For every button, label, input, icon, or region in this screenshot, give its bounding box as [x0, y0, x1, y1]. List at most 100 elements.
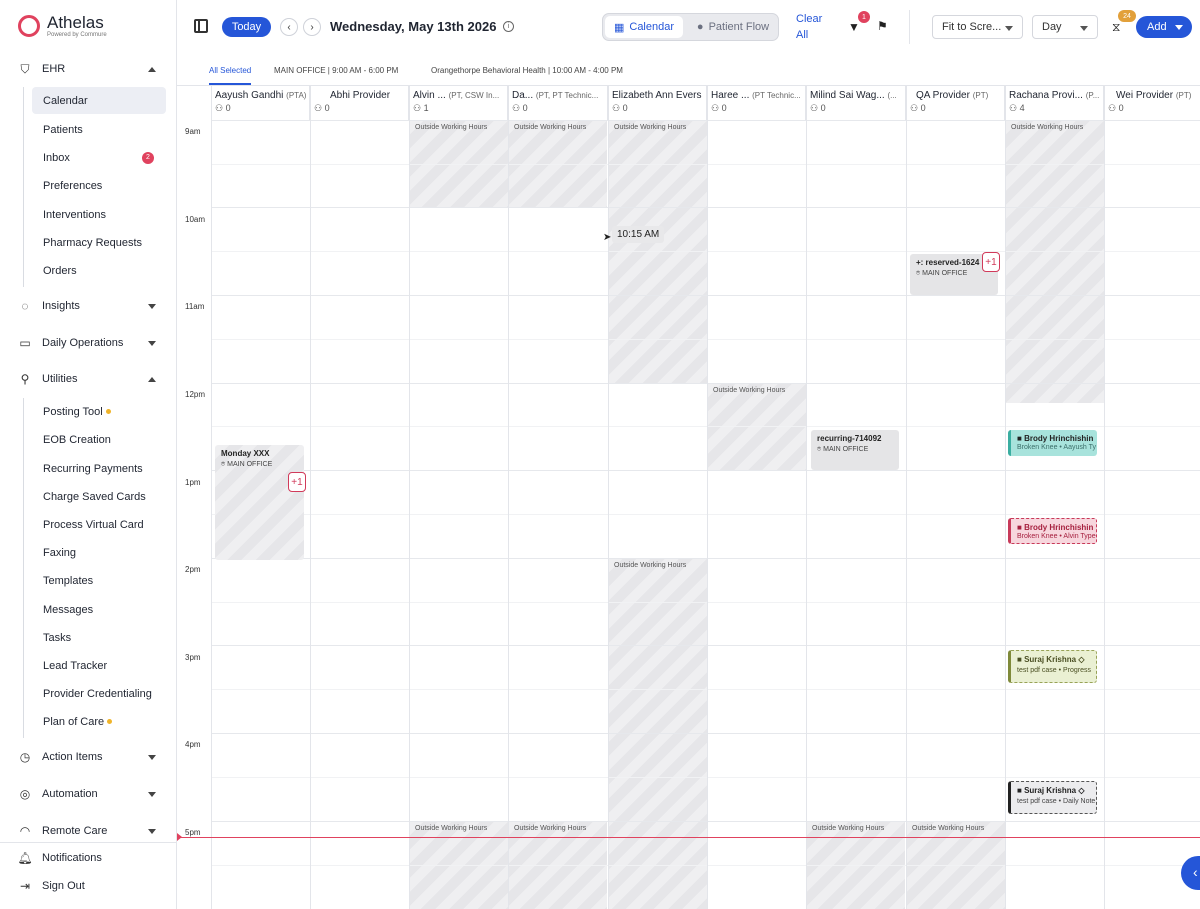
- notifications-label: Notifications: [42, 852, 102, 864]
- provider-column-header[interactable]: Haree ... (PT Technic... ⚇ 0: [707, 86, 806, 120]
- provider-role: (PT Technic...: [752, 91, 801, 100]
- prev-day-button[interactable]: ‹: [280, 18, 298, 36]
- chevron-down-icon: [1005, 26, 1013, 31]
- sidebar-item-label: Messages: [43, 603, 94, 616]
- nav-section-insights[interactable]: ◌ Insights: [18, 295, 156, 317]
- nav-section-utilities[interactable]: ⚲ Utilities: [18, 368, 156, 390]
- appointment-count: 0: [225, 103, 231, 113]
- time-label: 12pm: [185, 390, 206, 399]
- sidebar-item-lead-tracker[interactable]: Lead Tracker: [32, 652, 166, 679]
- collapse-panel-button[interactable]: ‹: [1181, 856, 1200, 890]
- appointment-count: 4: [1019, 103, 1025, 113]
- sidebar-item-faxing[interactable]: Faxing: [32, 539, 166, 566]
- notifications-link[interactable]: 🔔︎ Notifications: [17, 847, 156, 869]
- time-label: 9am: [185, 127, 201, 136]
- appointment-title: recurring-714092: [817, 434, 882, 443]
- calendar-grid: Outside Working Hours Outside Working Ho…: [177, 86, 1200, 909]
- provider-column-header[interactable]: Rachana Provi... (P... ⚇ 4: [1005, 86, 1104, 120]
- filter-icon[interactable]: ▼: [848, 20, 860, 34]
- appointment-location: MAIN OFFICE: [922, 270, 968, 277]
- sidebar-item-process-virtual-card[interactable]: Process Virtual Card: [32, 511, 166, 538]
- tab-orangethorpe[interactable]: Orangethorpe Behavioral Health | 10:00 A…: [431, 66, 623, 85]
- sidebar-item-eob-creation[interactable]: EOB Creation: [32, 426, 166, 453]
- appointment-card[interactable]: ■ Brody Hrinchishin Broken Knee • Aayush…: [1008, 430, 1097, 456]
- sidebar-item-plan-of-care[interactable]: Plan of Care: [32, 708, 166, 735]
- sign-out-icon: ⇥: [19, 879, 31, 893]
- nav-section-daily-operations[interactable]: ▭ Daily Operations: [18, 332, 156, 354]
- provider-column-header[interactable]: Abhi Provider ⚇ 0: [310, 86, 409, 120]
- sign-out-link[interactable]: ⇥ Sign Out: [18, 875, 156, 897]
- outside-hours-label: Outside Working Hours: [812, 825, 885, 832]
- hourglass-count-badge: 24: [1118, 10, 1136, 22]
- appointment-detail: Broken Knee • Alvin Type: [1017, 533, 1096, 540]
- more-appointments-button[interactable]: +1: [288, 472, 306, 492]
- sidebar-item-label: Inbox: [43, 151, 70, 164]
- tab-main-office[interactable]: MAIN OFFICE | 9:00 AM - 6:00 PM: [274, 66, 398, 85]
- chevron-down-icon: [148, 791, 156, 797]
- add-button[interactable]: Add: [1136, 16, 1192, 38]
- info-icon[interactable]: i: [503, 21, 514, 32]
- sidebar-item-inbox[interactable]: Inbox 2: [32, 144, 166, 171]
- location-pin-icon: ⌾: [221, 461, 226, 468]
- sidebar-item-tasks[interactable]: Tasks: [32, 624, 166, 651]
- hourglass-icon[interactable]: ⧖: [1112, 20, 1120, 35]
- provider-column-header[interactable]: Da... (PT, PT Technic... ⚇ 0: [508, 86, 608, 120]
- sidebar-toggle-icon[interactable]: [194, 19, 208, 33]
- nav-section-ehr[interactable]: ⛉ EHR: [18, 58, 156, 80]
- provider-column-header[interactable]: Elizabeth Ann Evers ⚇ 0: [608, 86, 707, 120]
- provider-column-header[interactable]: QA Provider (PT) ⚇ 0: [906, 86, 1005, 120]
- fit-to-screen-select[interactable]: Fit to Scre...: [932, 15, 1023, 39]
- sidebar-item-charge-saved-cards[interactable]: Charge Saved Cards: [32, 483, 166, 510]
- outside-hours-label: Outside Working Hours: [614, 562, 687, 569]
- sidebar-item-orders[interactable]: Orders: [32, 257, 166, 284]
- nav-section-remote-care[interactable]: ◠ Remote Care: [18, 820, 156, 842]
- tab-patient-flow[interactable]: ● Patient Flow: [689, 16, 777, 38]
- brand-logo[interactable]: Athelas Powered by Commure: [18, 14, 107, 38]
- appointment-card[interactable]: ■ Suraj Krishna ◇ test pdf case • Daily …: [1008, 781, 1097, 814]
- tab-calendar[interactable]: ▦ Calendar: [605, 16, 683, 38]
- provider-column-header[interactable]: Alvin ... (PT, CSW In... ⚇ 1: [409, 86, 508, 120]
- provider-name: Wei Provider: [1116, 90, 1174, 101]
- sidebar-item-pharmacy-requests[interactable]: Pharmacy Requests: [32, 229, 166, 256]
- current-time-marker: [177, 833, 182, 841]
- sidebar-item-templates[interactable]: Templates: [32, 567, 166, 594]
- nav-section-automation[interactable]: ◎ Automation: [18, 783, 156, 805]
- sidebar-item-recurring-payments[interactable]: Recurring Payments: [32, 455, 166, 482]
- next-day-button[interactable]: ›: [303, 18, 321, 36]
- tab-all-selected[interactable]: All Selected: [209, 66, 252, 85]
- range-select[interactable]: Day: [1032, 15, 1098, 39]
- sidebar-item-interventions[interactable]: Interventions: [32, 201, 166, 228]
- today-button[interactable]: Today: [222, 17, 271, 37]
- more-appointments-button[interactable]: +1: [982, 252, 1000, 272]
- provider-name: Aayush Gandhi: [215, 90, 284, 101]
- appointment-card[interactable]: Monday XXX ⌾ MAIN OFFICE: [215, 445, 304, 560]
- appointment-card[interactable]: ■ Brody Hrinchishin Broken Knee • Alvin …: [1008, 518, 1097, 544]
- video-icon: ■: [1017, 523, 1022, 532]
- shield-icon: ⛉: [20, 61, 30, 76]
- chevron-right-icon: ›: [310, 21, 314, 33]
- sidebar-item-calendar[interactable]: Calendar: [32, 87, 166, 114]
- sidebar-item-messages[interactable]: Messages: [32, 596, 166, 623]
- provider-column-header[interactable]: Milind Sai Wag... (... ⚇ 0: [806, 86, 906, 120]
- outside-hours-label: Outside Working Hours: [614, 124, 687, 131]
- clear-all-link[interactable]: Clear All: [796, 11, 826, 43]
- appointment-title: Brody Hrinchishin: [1024, 434, 1094, 443]
- sidebar-item-provider-credentialing[interactable]: Provider Credentialing: [32, 680, 166, 707]
- nav-section-label: Insights: [42, 300, 80, 312]
- sidebar-item-posting-tool[interactable]: Posting Tool: [32, 398, 166, 425]
- sidebar-item-preferences[interactable]: Preferences: [32, 172, 166, 199]
- appointment-card[interactable]: ■ Suraj Krishna ◇ test pdf case • Progre…: [1008, 650, 1097, 683]
- sidebar-item-patients[interactable]: Patients: [32, 116, 166, 143]
- chevron-up-icon: [148, 66, 156, 72]
- tab-label: Calendar: [629, 21, 675, 33]
- appointment-card[interactable]: recurring-714092 ⌾ MAIN OFFICE: [811, 430, 899, 470]
- person-icon: ⚇: [512, 103, 521, 113]
- sidebar-item-label: Pharmacy Requests: [43, 236, 143, 249]
- nav-section-action-items[interactable]: ◷ Action Items: [18, 746, 156, 768]
- flag-icon[interactable]: ⚑: [877, 19, 888, 33]
- provider-column-header[interactable]: Aayush Gandhi (PTA) ⚇ 0: [211, 86, 310, 120]
- person-icon: ⚇: [1009, 103, 1018, 113]
- provider-role: (PT): [1175, 91, 1192, 100]
- provider-column-header[interactable]: Wei Provider (PT) ⚇ 0: [1104, 86, 1200, 120]
- brand-name: Athelas: [47, 13, 104, 32]
